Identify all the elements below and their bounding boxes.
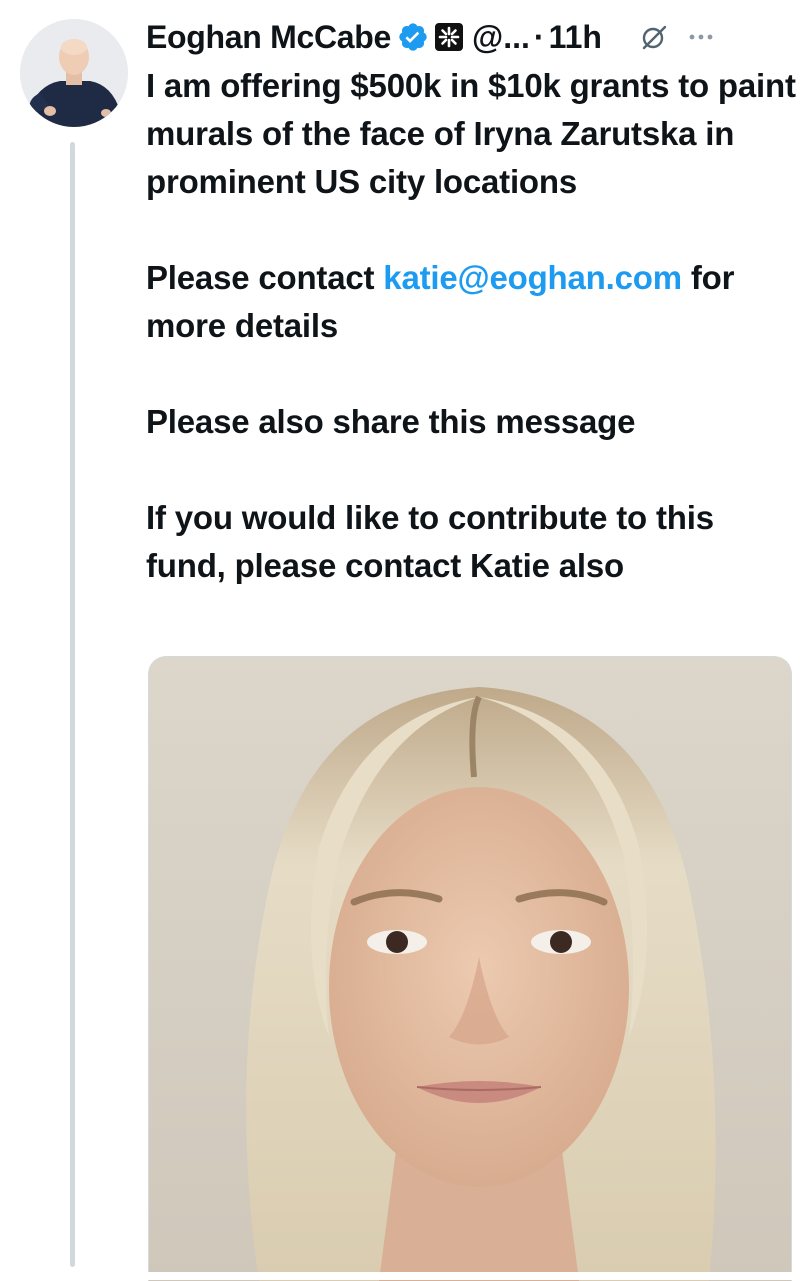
avatar-photo: [20, 19, 128, 127]
contact-text-before: Please contact: [146, 259, 384, 296]
header-separator: ·: [533, 18, 545, 55]
grok-icon[interactable]: [640, 23, 668, 51]
contact-email-link[interactable]: katie@eoghan.com: [383, 259, 682, 296]
author-avatar[interactable]: [20, 19, 128, 127]
verified-badge-icon[interactable]: [397, 21, 429, 53]
tweet-paragraph-share: Please also share this message: [146, 403, 636, 440]
tweet-header: Eoghan McCabe @... · 11h: [146, 14, 796, 60]
screen-bottom-edge: [0, 1272, 809, 1280]
tweet-paragraph-contribute: If you would like to contribute to this …: [146, 499, 714, 584]
author-display-name[interactable]: Eoghan McCabe: [146, 19, 391, 56]
portrait-photo-image: [149, 657, 791, 1281]
tweet-media-photo[interactable]: [148, 656, 792, 1281]
thread-connector-line: [70, 142, 75, 1267]
tweet-timestamp[interactable]: 11h: [549, 19, 602, 56]
affiliate-logo-icon[interactable]: [434, 22, 464, 52]
tweet-paragraph-contact: Please contact katie@eoghan.com for more…: [146, 254, 796, 350]
more-options-icon[interactable]: [688, 32, 714, 42]
tweet-paragraph-offer: I am offering $500k in $10k grants to pa…: [146, 67, 796, 200]
author-handle[interactable]: @...: [472, 19, 530, 56]
tweet-body: I am offering $500k in $10k grants to pa…: [146, 62, 796, 590]
